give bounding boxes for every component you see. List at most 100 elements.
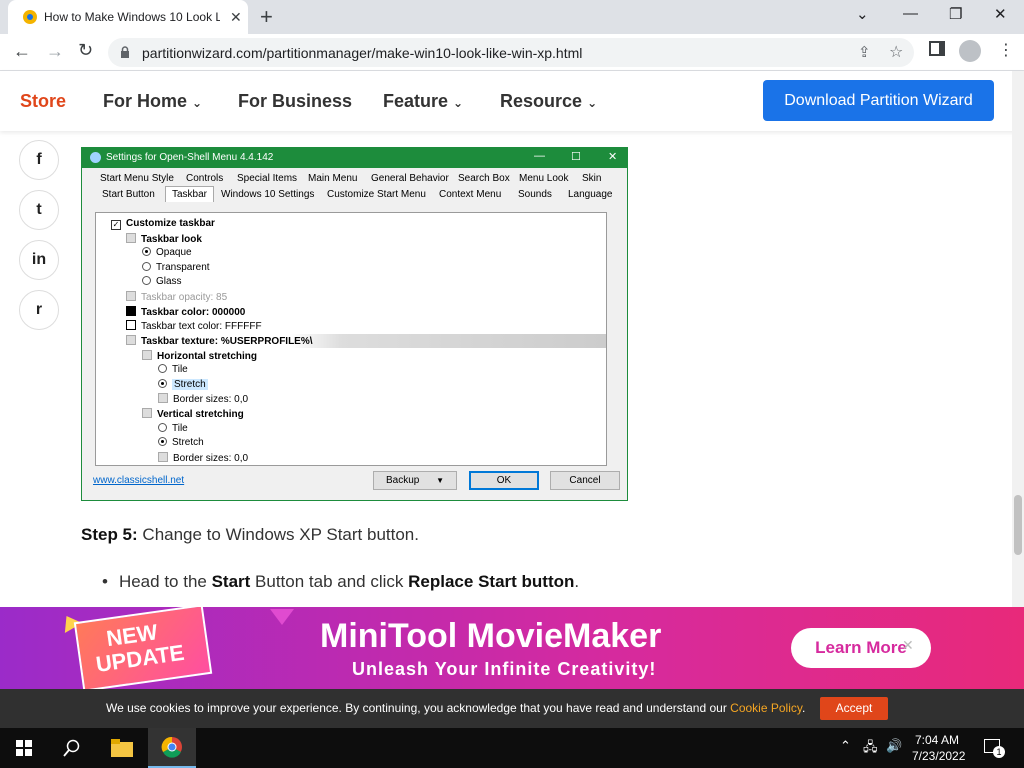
bullet-item: • Head to the Start Button tab and click … — [102, 572, 579, 592]
dialog-tab: Start Button — [102, 189, 155, 200]
lock-icon — [121, 46, 129, 58]
nav-for-home[interactable]: For Home ⌄ — [103, 91, 202, 112]
clock-time[interactable]: 7:04 AM — [915, 733, 959, 747]
facebook-share-icon[interactable]: f — [19, 140, 59, 180]
chevron-down-icon: ⌄ — [453, 96, 464, 110]
tree-label: Taskbar look — [141, 234, 202, 245]
tab-search-icon[interactable]: ⌄ — [856, 5, 869, 23]
dialog-tab: Sounds — [518, 189, 552, 200]
tree-v-border: Border sizes: 0,0 — [158, 452, 248, 464]
dialog-tab: Skin — [582, 173, 602, 184]
tree-taskbar-look: Taskbar look — [126, 233, 202, 245]
url-text: partitionwizard.com/partitionmanager/mak… — [142, 45, 583, 61]
ok-button: OK — [469, 471, 539, 490]
page-scrollbar[interactable] — [1012, 71, 1024, 607]
step-label: Step 5: — [81, 525, 138, 544]
tree-taskbar-color: Taskbar color: 000000 — [126, 306, 245, 318]
tree-opaque: Opaque — [142, 247, 192, 258]
cookie-policy-link[interactable]: Cookie Policy — [730, 701, 802, 715]
ad-close-icon[interactable]: ✕ — [902, 637, 914, 654]
dialog-minimize-icon: — — [534, 150, 545, 162]
tree-horizontal-stretching: Horizontal stretching — [142, 350, 257, 362]
new-tab-icon[interactable]: + — [260, 4, 273, 30]
chevron-down-icon: ⌄ — [587, 96, 598, 110]
dialog-tab-active: Taskbar — [165, 186, 215, 202]
browser-toolbar: ← → ↻ partitionwizard.com/partitionmanag… — [0, 34, 1024, 71]
site-navigation: Store For Home ⌄ For Business Feature ⌄ … — [0, 71, 1024, 131]
tree-label: Taskbar color: 000000 — [141, 307, 246, 318]
close-window-icon[interactable]: ✕ — [994, 5, 1007, 23]
nav-resource[interactable]: Resource ⌄ — [500, 91, 597, 112]
dialog-tab: Windows 10 Settings — [221, 189, 315, 200]
checkbox-checked-icon: ✓ — [111, 220, 121, 230]
color-swatch-white-icon — [126, 320, 136, 330]
address-bar[interactable]: partitionwizard.com/partitionmanager/mak… — [108, 38, 914, 67]
ad-banner[interactable]: NEW UPDATE MiniTool MovieMaker Unleash Y… — [0, 607, 1024, 689]
back-icon[interactable]: ← — [13, 41, 31, 62]
dialog-tab: Customize Start Menu — [327, 189, 426, 200]
settings-item-icon — [158, 452, 168, 462]
dialog-tab: Language — [568, 189, 613, 200]
side-panel-icon[interactable] — [929, 41, 945, 56]
bullet-text-pre: Head to the — [118, 572, 212, 591]
nav-store[interactable]: Store — [20, 91, 66, 112]
browser-tab[interactable]: How to Make Windows 10 Look L ✕ — [8, 0, 248, 34]
menu-kebab-icon[interactable]: ⋮ — [998, 40, 1014, 60]
restore-icon[interactable]: ❐ — [949, 5, 962, 23]
bookmark-star-icon[interactable]: ☆ — [889, 42, 903, 62]
dialog-maximize-icon: ☐ — [571, 151, 581, 163]
dropdown-arrow-icon: ▼ — [436, 476, 445, 485]
radio-selected-icon — [158, 379, 167, 388]
settings-item-icon — [158, 393, 168, 403]
nav-feature[interactable]: Feature ⌄ — [383, 91, 463, 112]
share-icon[interactable]: ⇪ — [858, 43, 871, 61]
search-icon[interactable] — [48, 728, 96, 768]
tray-chevron-up-icon[interactable]: ⌃ — [840, 738, 851, 754]
backup-label: Backup — [385, 475, 420, 486]
nav-for-home-label: For Home — [103, 91, 188, 111]
tree-customize-taskbar: ✓ Customize taskbar — [111, 218, 215, 230]
chrome-taskbar-icon[interactable] — [148, 728, 196, 768]
scrollbar-thumb[interactable] — [1014, 495, 1022, 555]
reload-icon[interactable]: ↻ — [78, 40, 93, 61]
dialog-tab: Special Items — [237, 173, 298, 184]
download-button[interactable]: Download Partition Wizard — [763, 80, 994, 121]
clock-date[interactable]: 7/23/2022 — [912, 749, 965, 763]
bullet-dot: • — [102, 572, 108, 591]
backup-button: Backup ▼ — [373, 471, 457, 490]
dialog-tab: Controls — [186, 173, 224, 184]
chevron-down-icon: ⌄ — [192, 96, 203, 110]
radio-selected-icon — [158, 437, 167, 446]
tree-glass: Glass — [142, 276, 182, 287]
classicshell-link: www.classicshell.net — [93, 475, 185, 486]
radio-selected-icon — [142, 247, 151, 256]
tree-label: Taskbar texture: %USERPROFILE%\ — [141, 336, 313, 347]
tree-taskbar-texture: Taskbar texture: %USERPROFILE%\ — [126, 335, 313, 347]
bullet-bold-replace: Replace Start button — [408, 572, 575, 591]
cookie-message: We use cookies to improve your experienc… — [106, 701, 731, 715]
profile-avatar-icon[interactable] — [959, 40, 981, 62]
twitter-share-icon[interactable]: t — [19, 190, 59, 230]
dialog-title: Settings for Open-Shell Menu 4.4.142 — [106, 152, 274, 163]
forward-icon[interactable]: → — [46, 41, 64, 62]
reddit-share-icon[interactable]: r — [19, 290, 59, 330]
minimize-icon[interactable]: — — [903, 5, 918, 22]
tree-taskbar-opacity: Taskbar opacity: 85 — [126, 291, 227, 303]
nav-for-business[interactable]: For Business — [238, 91, 352, 112]
tree-v-stretch: Stretch — [158, 437, 204, 448]
article-screenshot-dialog: Settings for Open-Shell Menu 4.4.142 — ☐… — [81, 147, 628, 501]
windows-start-icon[interactable] — [0, 728, 48, 768]
tab-close-icon[interactable]: ✕ — [230, 9, 242, 26]
tree-label: Customize taskbar — [126, 218, 215, 229]
volume-icon[interactable]: 🔊 — [886, 738, 902, 754]
notification-center-icon[interactable]: 1 — [984, 739, 1005, 758]
accept-cookies-button[interactable]: Accept — [820, 697, 888, 720]
cookie-end: . — [801, 701, 806, 715]
open-shell-icon — [90, 152, 101, 163]
tree-label: Glass — [156, 276, 182, 287]
file-explorer-icon[interactable] — [98, 728, 146, 768]
settings-item-icon — [142, 408, 152, 418]
linkedin-share-icon[interactable]: in — [19, 240, 59, 280]
network-icon[interactable]: 🖧 — [863, 738, 878, 760]
cookie-text: We use cookies to improve your experienc… — [106, 701, 805, 715]
